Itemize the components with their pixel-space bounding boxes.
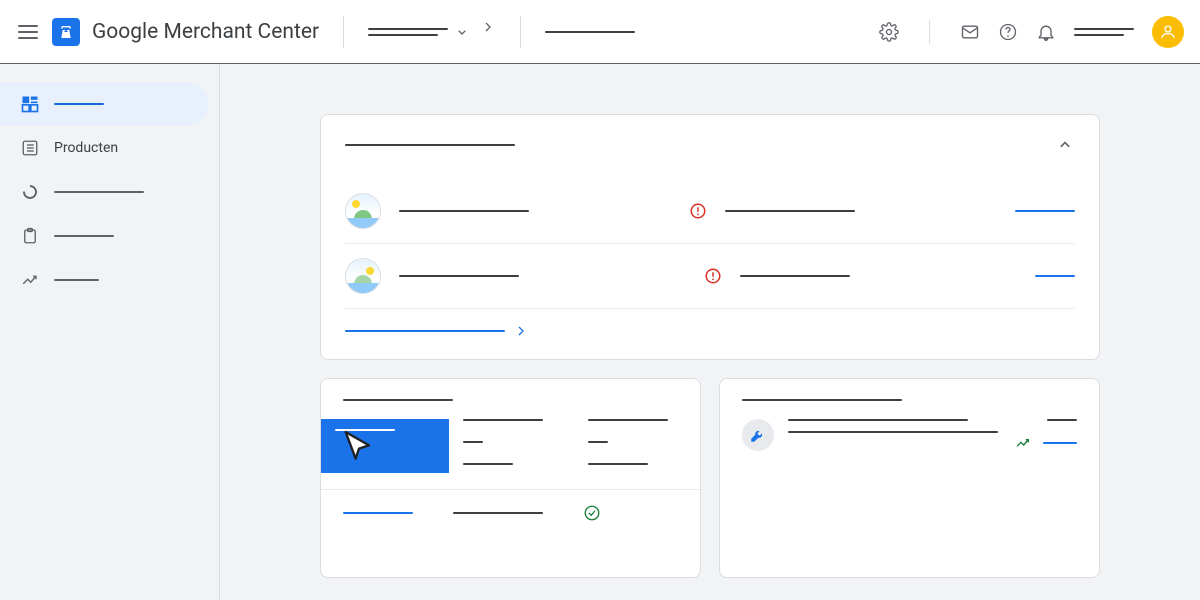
row-status — [725, 210, 855, 212]
metric-sub — [588, 463, 648, 465]
metrics-card — [320, 378, 701, 578]
app-title: Google Merchant Center — [92, 20, 319, 44]
status-card — [320, 114, 1100, 360]
product-thumbnail — [345, 258, 381, 294]
sidebar: Producten — [0, 64, 220, 600]
main-content — [220, 64, 1200, 600]
row-status — [740, 275, 850, 277]
metric-value — [463, 441, 483, 443]
sidebar-item-label: Producten — [54, 140, 118, 156]
status-row — [345, 244, 1075, 309]
row-action-link[interactable] — [1035, 275, 1075, 277]
footer-link[interactable] — [343, 512, 413, 514]
metric-value — [588, 441, 608, 443]
sidebar-item-4[interactable] — [0, 214, 209, 258]
chevron-down-icon — [454, 24, 470, 40]
divider — [929, 20, 930, 44]
progress-icon — [20, 182, 40, 202]
list-icon — [20, 138, 40, 158]
rec-action-link[interactable] — [1043, 442, 1077, 444]
metric-label — [463, 419, 543, 421]
status-row — [345, 179, 1075, 244]
chevron-right-icon — [513, 323, 529, 339]
rec-line2 — [788, 431, 998, 433]
trend-up-icon — [1015, 435, 1031, 451]
product-thumbnail — [345, 193, 381, 229]
card-footer-link[interactable] — [345, 309, 1075, 339]
breadcrumb — [545, 31, 635, 33]
sidebar-item-label — [54, 191, 144, 193]
metric-label — [588, 419, 668, 421]
sidebar-item-5[interactable] — [0, 258, 209, 302]
chevron-up-icon[interactable] — [1055, 135, 1075, 155]
clipboard-icon — [20, 226, 40, 246]
card-title — [343, 399, 453, 401]
chevron-right-icon — [480, 19, 496, 35]
account-dropdown[interactable] — [368, 24, 496, 40]
sidebar-item-3[interactable] — [0, 170, 209, 214]
rec-line1 — [788, 419, 968, 421]
divider — [520, 16, 521, 48]
dashboard-icon — [20, 94, 40, 114]
alert-icon — [704, 267, 722, 285]
metric-sub — [463, 463, 513, 465]
sidebar-item-label — [54, 279, 99, 281]
recommendations-card — [719, 378, 1100, 578]
trend-icon — [20, 270, 40, 290]
footer-text — [453, 512, 543, 514]
rec-meta — [1047, 419, 1077, 421]
mail-icon[interactable] — [960, 22, 980, 42]
menu-icon[interactable] — [16, 20, 40, 44]
wrench-icon — [742, 419, 774, 451]
sidebar-item-producten[interactable]: Producten — [0, 126, 209, 170]
account-name — [1074, 28, 1134, 36]
cursor-icon — [339, 427, 379, 467]
card-title — [345, 144, 515, 146]
sidebar-item-label — [54, 235, 114, 237]
gear-icon[interactable] — [879, 22, 899, 42]
check-circle-icon — [583, 504, 601, 522]
card-title — [742, 399, 902, 401]
app-header: Google Merchant Center — [0, 0, 1200, 64]
help-icon[interactable] — [998, 22, 1018, 42]
bell-icon[interactable] — [1036, 22, 1056, 42]
row-name — [399, 275, 519, 277]
row-name — [399, 210, 529, 212]
sidebar-item-overview[interactable] — [0, 82, 209, 126]
divider — [343, 16, 344, 48]
app-logo[interactable] — [52, 18, 80, 46]
alert-icon — [689, 202, 707, 220]
row-action-link[interactable] — [1015, 210, 1075, 212]
sidebar-item-label — [54, 103, 104, 105]
avatar[interactable] — [1152, 16, 1184, 48]
